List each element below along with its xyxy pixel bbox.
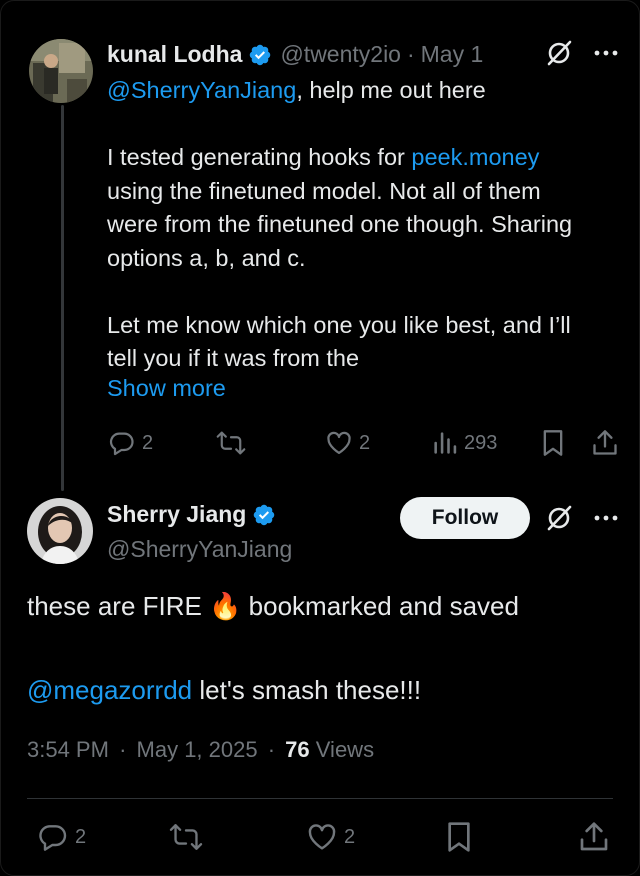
body-text-fragment: bookmarked and saved	[241, 591, 519, 621]
tweet-thread: kunal Lodha @twenty2io · May 1 @SherryYa…	[0, 0, 640, 876]
tweet-date[interactable]: May 1	[421, 41, 484, 68]
share-icon	[579, 821, 609, 853]
views-label: Views	[315, 737, 375, 762]
tweet-meta: 3:54 PM · May 1, 2025 · 76 Views	[27, 737, 374, 763]
share-button[interactable]	[592, 429, 618, 457]
like-button[interactable]: 2	[325, 429, 370, 457]
url-link[interactable]: peek.money	[411, 144, 539, 170]
more-icon[interactable]	[593, 49, 619, 57]
like-icon	[325, 429, 353, 457]
body-line-5: options a, b, and c.	[107, 244, 306, 271]
like-button[interactable]: 2	[306, 821, 355, 853]
parent-action-bar: 2 2 293	[1, 425, 639, 461]
reply-tweet-header: Sherry Jiang	[107, 501, 276, 528]
bookmark-button[interactable]	[445, 821, 473, 853]
views-icon	[432, 429, 458, 457]
display-name[interactable]: Sherry Jiang	[107, 501, 246, 528]
body-line-1: @SherryYanJiang, help me out here	[107, 74, 627, 108]
bookmark-icon	[541, 429, 565, 457]
handle[interactable]: @SherryYanJiang	[107, 536, 292, 563]
like-icon	[306, 821, 338, 853]
follow-button[interactable]: Follow	[400, 497, 530, 539]
parent-tweet-actions-top	[545, 39, 619, 67]
body-line-4: were from the finetuned one though. Shar…	[107, 211, 573, 237]
parent-tweet-header: kunal Lodha @twenty2io · May 1	[107, 41, 483, 68]
retweet-icon	[216, 429, 246, 457]
views-count: 293	[464, 431, 498, 454]
show-more-link[interactable]: Show more	[107, 375, 226, 402]
grok-icon[interactable]	[545, 504, 573, 532]
retweet-button[interactable]	[169, 821, 203, 853]
body-line-7: tell you if it was from the	[107, 345, 360, 371]
separator-dot: ·	[267, 737, 276, 762]
bookmark-button[interactable]	[541, 429, 565, 457]
reply-button[interactable]: 2	[37, 821, 86, 853]
body-line-6: Let me know which one you like best, and…	[107, 311, 571, 338]
reply-body-line-2: @megazorrdd let's smash these!!!	[27, 675, 421, 706]
divider	[27, 798, 613, 799]
display-name[interactable]: kunal Lodha	[107, 41, 242, 68]
body-line-2: I tested generating hooks for peek.money	[107, 141, 627, 175]
reply-tweet-actions-top	[545, 504, 619, 532]
handle[interactable]: @twenty2io	[280, 41, 401, 68]
separator-dot: ·	[406, 41, 415, 67]
tweet-time[interactable]: 3:54 PM	[27, 737, 109, 762]
body-text-fragment: let's smash these!!!	[192, 675, 422, 705]
like-count: 2	[344, 825, 356, 848]
body-text-fragment: these are FIRE	[27, 591, 210, 621]
views-count: 76	[285, 737, 310, 762]
mention-link[interactable]: @megazorrdd	[27, 675, 192, 705]
mention-link[interactable]: @SherryYanJiang	[107, 77, 296, 103]
like-count: 2	[359, 431, 371, 454]
reply-icon	[108, 429, 136, 457]
tweet-full-date[interactable]: May 1, 2025	[137, 737, 258, 762]
body-text-fragment: I tested generating hooks for	[107, 144, 412, 170]
share-icon	[592, 429, 618, 457]
verified-icon	[252, 503, 276, 527]
reply-button[interactable]: 2	[108, 429, 153, 457]
share-button[interactable]	[579, 821, 609, 853]
avatar-sherry[interactable]	[27, 498, 93, 564]
reply-icon	[37, 821, 69, 853]
retweet-icon	[169, 821, 203, 853]
bookmark-icon	[445, 821, 473, 853]
reply-body-line-1: these are FIRE 🔥 bookmarked and saved	[27, 591, 519, 622]
body-line-3: using the finetuned model. Not all of th…	[107, 177, 541, 204]
views-button[interactable]: 293	[432, 429, 497, 457]
body-text-fragment: , help me out here	[296, 77, 486, 103]
separator-dot: ·	[119, 737, 127, 762]
reply-count: 2	[142, 431, 154, 454]
retweet-button[interactable]	[216, 429, 246, 457]
verified-icon	[248, 43, 272, 67]
grok-icon[interactable]	[545, 39, 573, 67]
avatar-kunal[interactable]	[29, 39, 93, 103]
reply-action-bar: 2 2	[1, 819, 639, 859]
parent-tweet-body: @SherryYanJiang, help me out here I test…	[107, 74, 627, 376]
reply-count: 2	[75, 825, 87, 848]
fire-emoji: 🔥	[209, 591, 242, 621]
more-icon[interactable]	[593, 514, 619, 522]
